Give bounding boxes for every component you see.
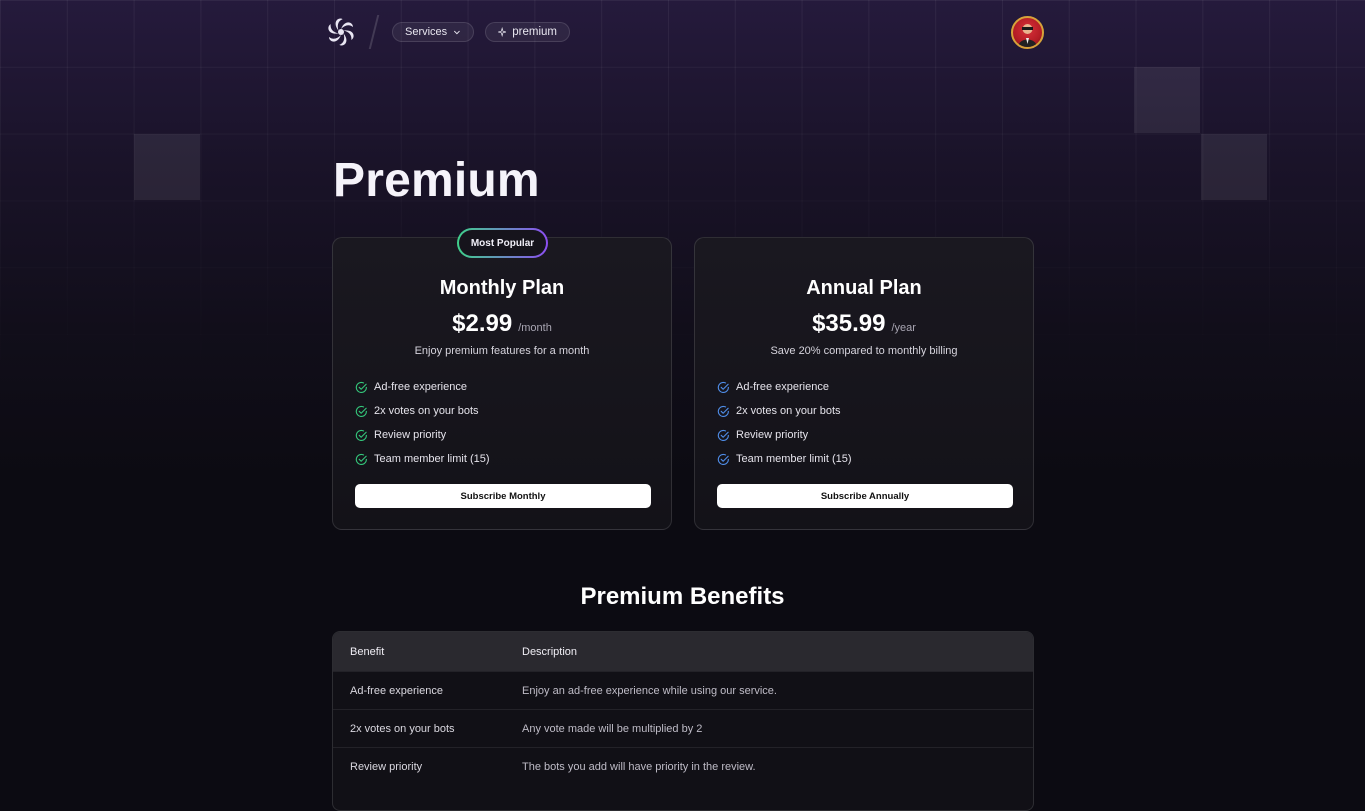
sparkle-icon: [498, 27, 507, 37]
most-popular-badge: Most Popular: [457, 228, 548, 258]
column-header-description: Description: [522, 645, 578, 658]
price-row: $35.99 /year: [695, 310, 1033, 338]
description-cell: Any vote made will be multiplied by 2: [522, 722, 703, 735]
feature-item: 2x votes on your bots: [717, 399, 852, 423]
plan-name: Annual Plan: [806, 277, 922, 299]
check-circle-icon: [355, 381, 367, 393]
feature-list: Ad-free experience 2x votes on your bots…: [717, 375, 852, 471]
feature-label: 2x votes on your bots: [736, 405, 841, 417]
check-circle-icon: [355, 429, 367, 441]
feature-item: Team member limit (15): [355, 447, 490, 471]
feature-list: Ad-free experience 2x votes on your bots…: [355, 375, 490, 471]
annual-plan-card: Annual Plan $35.99 /year Save 20% compar…: [694, 237, 1034, 530]
feature-label: Ad-free experience: [736, 381, 829, 393]
plan-name: Monthly Plan: [439, 277, 565, 299]
swirl-logo-icon[interactable]: [326, 17, 356, 47]
benefit-cell: Ad-free experience: [350, 684, 443, 697]
chevron-down-icon: [454, 30, 460, 34]
plan-period: /year: [891, 322, 916, 334]
grid-highlight-cell: [1134, 67, 1200, 133]
avatar[interactable]: [1011, 16, 1044, 49]
subscribe-annually-button[interactable]: Subscribe Annually: [717, 484, 1013, 508]
check-circle-icon: [717, 453, 729, 465]
feature-label: Review priority: [374, 429, 447, 441]
plan-price: $2.99: [452, 310, 513, 337]
feature-label: Review priority: [736, 429, 809, 441]
page-title: Premium: [333, 154, 540, 207]
check-circle-icon: [355, 405, 367, 417]
feature-item: Ad-free experience: [717, 375, 852, 399]
check-circle-icon: [717, 405, 729, 417]
plan-description: Enjoy premium features for a month: [414, 345, 590, 357]
benefits-table: Benefit Description Ad-free experience E…: [332, 631, 1034, 811]
description-cell: Enjoy an ad-free experience while using …: [522, 684, 777, 697]
table-row: Review priority The bots you add will ha…: [333, 747, 1033, 785]
grid-highlight-cell: [134, 134, 200, 200]
services-label: Services: [405, 26, 448, 38]
feature-label: Team member limit (15): [736, 453, 852, 465]
feature-label: 2x votes on your bots: [374, 405, 479, 417]
top-navigation: Services premium: [0, 0, 1365, 66]
feature-label: Team member limit (15): [374, 453, 490, 465]
feature-label: Ad-free experience: [374, 381, 467, 393]
premium-link[interactable]: premium: [485, 22, 570, 42]
feature-item: Review priority: [355, 423, 490, 447]
check-circle-icon: [717, 381, 729, 393]
benefits-title: Premium Benefits: [580, 583, 785, 610]
table-row: Ad-free experience Enjoy an ad-free expe…: [333, 671, 1033, 709]
subscribe-monthly-button[interactable]: Subscribe Monthly: [355, 484, 651, 508]
column-header-benefit: Benefit: [350, 645, 385, 658]
feature-item: 2x votes on your bots: [355, 399, 490, 423]
services-dropdown[interactable]: Services: [392, 22, 474, 42]
check-circle-icon: [717, 429, 729, 441]
plan-price: $35.99: [812, 310, 886, 337]
price-row: $2.99 /month: [333, 310, 671, 338]
table-header: Benefit Description: [333, 632, 1033, 671]
monthly-plan-card: Most Popular Monthly Plan $2.99 /month E…: [332, 228, 672, 530]
feature-item: Team member limit (15): [717, 447, 852, 471]
grid-highlight-cell: [1201, 134, 1267, 200]
badge-label: Most Popular: [459, 230, 546, 256]
user-avatar-icon: [1018, 24, 1037, 47]
table-row: 2x votes on your bots Any vote made will…: [333, 709, 1033, 747]
plan-period: /month: [518, 322, 552, 334]
check-circle-icon: [355, 453, 367, 465]
plan-description: Save 20% compared to monthly billing: [770, 345, 958, 357]
breadcrumb-divider: [368, 15, 380, 49]
premium-label: premium: [512, 26, 557, 38]
benefit-cell: 2x votes on your bots: [350, 722, 455, 735]
feature-item: Review priority: [717, 423, 852, 447]
feature-item: Ad-free experience: [355, 375, 490, 399]
